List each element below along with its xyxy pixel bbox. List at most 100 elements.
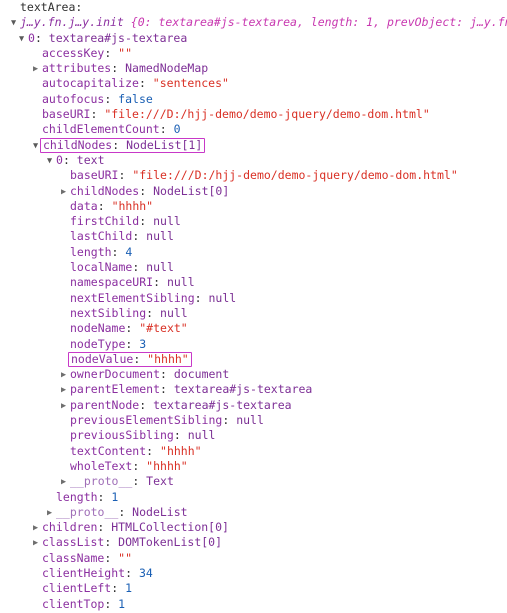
property-row[interactable]: ▶childElementCount: 0 [0, 122, 507, 137]
property-separator: : [153, 275, 167, 290]
property-row[interactable]: ▼ 0: text [0, 153, 507, 168]
row-content: nextElementSibling: null [70, 291, 236, 305]
property-row[interactable]: ▼ 0: textarea#js-textarea [0, 31, 507, 46]
property-name: baseURI [42, 107, 91, 122]
property-value[interactable]: Text [146, 474, 174, 488]
row-content: children: HTMLCollection[0] [42, 520, 229, 534]
property-row[interactable]: ▶namespaceURI: null [0, 275, 507, 290]
triangle-placeholder-icon: ▶ [61, 261, 70, 276]
property-name: textContent [70, 443, 147, 458]
property-name: length [70, 244, 112, 259]
property-row[interactable]: ▶data: "hhhh" [0, 199, 507, 214]
property-value[interactable]: textarea#js-textarea [174, 382, 312, 396]
property-row-highlighted[interactable]: ▼ childNodes: NodeList[1] [0, 137, 507, 154]
property-row[interactable]: ▶nodeName: "#text" [0, 321, 507, 336]
triangle-placeholder-icon: ▶ [33, 552, 42, 567]
property-row[interactable]: ▶ __proto__: NodeList [0, 505, 507, 520]
property-value[interactable]: DOMTokenList[0] [118, 535, 222, 549]
row-content: baseURI: "file:///D:/hjj-demo/demo-jquer… [70, 168, 458, 182]
property-row[interactable]: ▶ classList: DOMTokenList[0] [0, 535, 507, 550]
property-value: "file:///D:/hjj-demo/demo-jquery/demo-do… [132, 168, 458, 183]
triangle-right-icon[interactable]: ▶ [33, 521, 42, 536]
row-content: nextSibling: null [70, 306, 188, 320]
property-row[interactable]: ▶length: 1 [0, 490, 507, 505]
property-row[interactable]: ▶autofocus: false [0, 92, 507, 107]
property-row[interactable]: ▶className: "" [0, 551, 507, 566]
property-row[interactable]: ▶ attributes: NamedNodeMap [0, 61, 507, 76]
property-value[interactable]: textarea#js-textarea [153, 398, 291, 412]
property-value[interactable]: NodeList[1] [126, 138, 202, 152]
property-row[interactable]: ▶ __proto__: Text [0, 474, 507, 489]
triangle-down-icon[interactable]: ▼ [19, 32, 28, 47]
property-row[interactable]: ▶previousSibling: null [0, 428, 507, 443]
property-name: nodeName [70, 321, 126, 336]
property-separator: : [111, 581, 126, 596]
triangle-right-icon[interactable]: ▶ [61, 383, 70, 398]
property-row[interactable]: ▶ parentElement: textarea#js-textarea [0, 382, 507, 397]
property-value[interactable]: HTMLCollection[0] [111, 520, 229, 534]
triangle-right-icon[interactable]: ▶ [61, 368, 70, 383]
row-content: 0: textarea#js-textarea [28, 31, 187, 45]
triangle-right-icon[interactable]: ▶ [33, 62, 42, 77]
property-row[interactable]: ▶nodeType: 3 [0, 337, 507, 352]
property-row[interactable]: ▶wholeText: "hhhh" [0, 459, 507, 474]
property-row[interactable]: ▶baseURI: "file:///D:/hjj-demo/demo-jque… [0, 168, 507, 183]
property-value[interactable]: text [77, 153, 105, 167]
row-content: parentElement: textarea#js-textarea [70, 382, 312, 396]
property-row[interactable]: ▶lastChild: null [0, 229, 507, 244]
triangle-placeholder-icon: ▶ [33, 567, 42, 582]
triangle-right-icon[interactable]: ▶ [61, 399, 70, 414]
property-row[interactable]: ▶firstChild: null [0, 214, 507, 229]
row-content: childNodes: NodeList[0] [70, 184, 229, 198]
property-value[interactable]: NodeList[0] [153, 184, 229, 198]
property-value: 34 [138, 565, 153, 580]
triangle-right-icon[interactable]: ▶ [47, 506, 56, 521]
property-row[interactable]: ▶baseURI: "file:///D:/hjj-demo/demo-jque… [0, 107, 507, 122]
property-separator: : [132, 458, 147, 473]
triangle-right-icon[interactable]: ▶ [61, 185, 70, 200]
property-row[interactable]: ▶previousElementSibling: null [0, 413, 507, 428]
property-row[interactable]: ▶accessKey: "" [0, 46, 507, 61]
property-row[interactable]: ▼ j…y.fn.j…y.init {0: textarea#js-textare… [0, 15, 507, 30]
property-separator: : [104, 45, 119, 60]
triangle-down-icon[interactable]: ▼ [47, 154, 56, 169]
property-separator: : [132, 229, 147, 244]
property-name: previousElementSibling [70, 413, 223, 428]
property-separator: : [90, 107, 105, 122]
row-content: lastChild: null [70, 229, 174, 243]
property-row[interactable]: ▶clientTop: 1 [0, 597, 507, 612]
row-content: autofocus: false [42, 92, 153, 106]
property-row[interactable]: ▶length: 4 [0, 245, 507, 260]
property-row[interactable]: ▶autocapitalize: "sentences" [0, 76, 507, 91]
property-row[interactable]: ▶localName: null [0, 260, 507, 275]
triangle-right-icon[interactable]: ▶ [61, 475, 70, 490]
console-object-inspector[interactable]: ▶textArea:▼j…y.fn.j…y.init {0: textarea#… [0, 0, 507, 611]
triangle-placeholder-icon: ▶ [33, 47, 42, 62]
property-row[interactable]: ▶nextElementSibling: null [0, 291, 507, 306]
property-name: localName [70, 260, 133, 275]
property-value: null [166, 275, 195, 290]
property-row[interactable]: ▶ childNodes: NodeList[0] [0, 184, 507, 199]
property-separator: : [111, 244, 126, 259]
property-value[interactable]: NodeList [132, 505, 187, 519]
property-value[interactable]: NamedNodeMap [125, 61, 208, 75]
property-row[interactable]: ▶ parentNode: textarea#js-textarea [0, 398, 507, 413]
property-row[interactable]: ▶clientLeft: 1 [0, 581, 507, 596]
row-content: wholeText: "hhhh" [70, 459, 188, 473]
property-row[interactable]: ▶clientHeight: 34 [0, 566, 507, 581]
property-value: null [146, 229, 174, 244]
property-row[interactable]: ▶nextSibling: null [0, 306, 507, 321]
property-name: accessKey [42, 45, 105, 60]
property-row[interactable]: ▶textArea: [0, 0, 507, 15]
triangle-right-icon[interactable]: ▶ [33, 536, 42, 551]
property-value[interactable]: textarea#js-textarea [49, 31, 187, 45]
property-row[interactable]: ▶ children: HTMLCollection[0] [0, 520, 507, 535]
property-row[interactable]: ▶textContent: "hhhh" [0, 444, 507, 459]
property-row-highlighted[interactable]: ▶nodeValue: "hhhh" [0, 351, 507, 368]
property-value[interactable]: document [174, 367, 229, 381]
row-content: length: 1 [56, 490, 118, 504]
triangle-placeholder-icon: ▶ [61, 338, 70, 353]
triangle-down-icon[interactable]: ▼ [11, 16, 20, 31]
property-row[interactable]: ▶ ownerDocument: document [0, 367, 507, 382]
property-name: ownerDocument [70, 367, 161, 382]
